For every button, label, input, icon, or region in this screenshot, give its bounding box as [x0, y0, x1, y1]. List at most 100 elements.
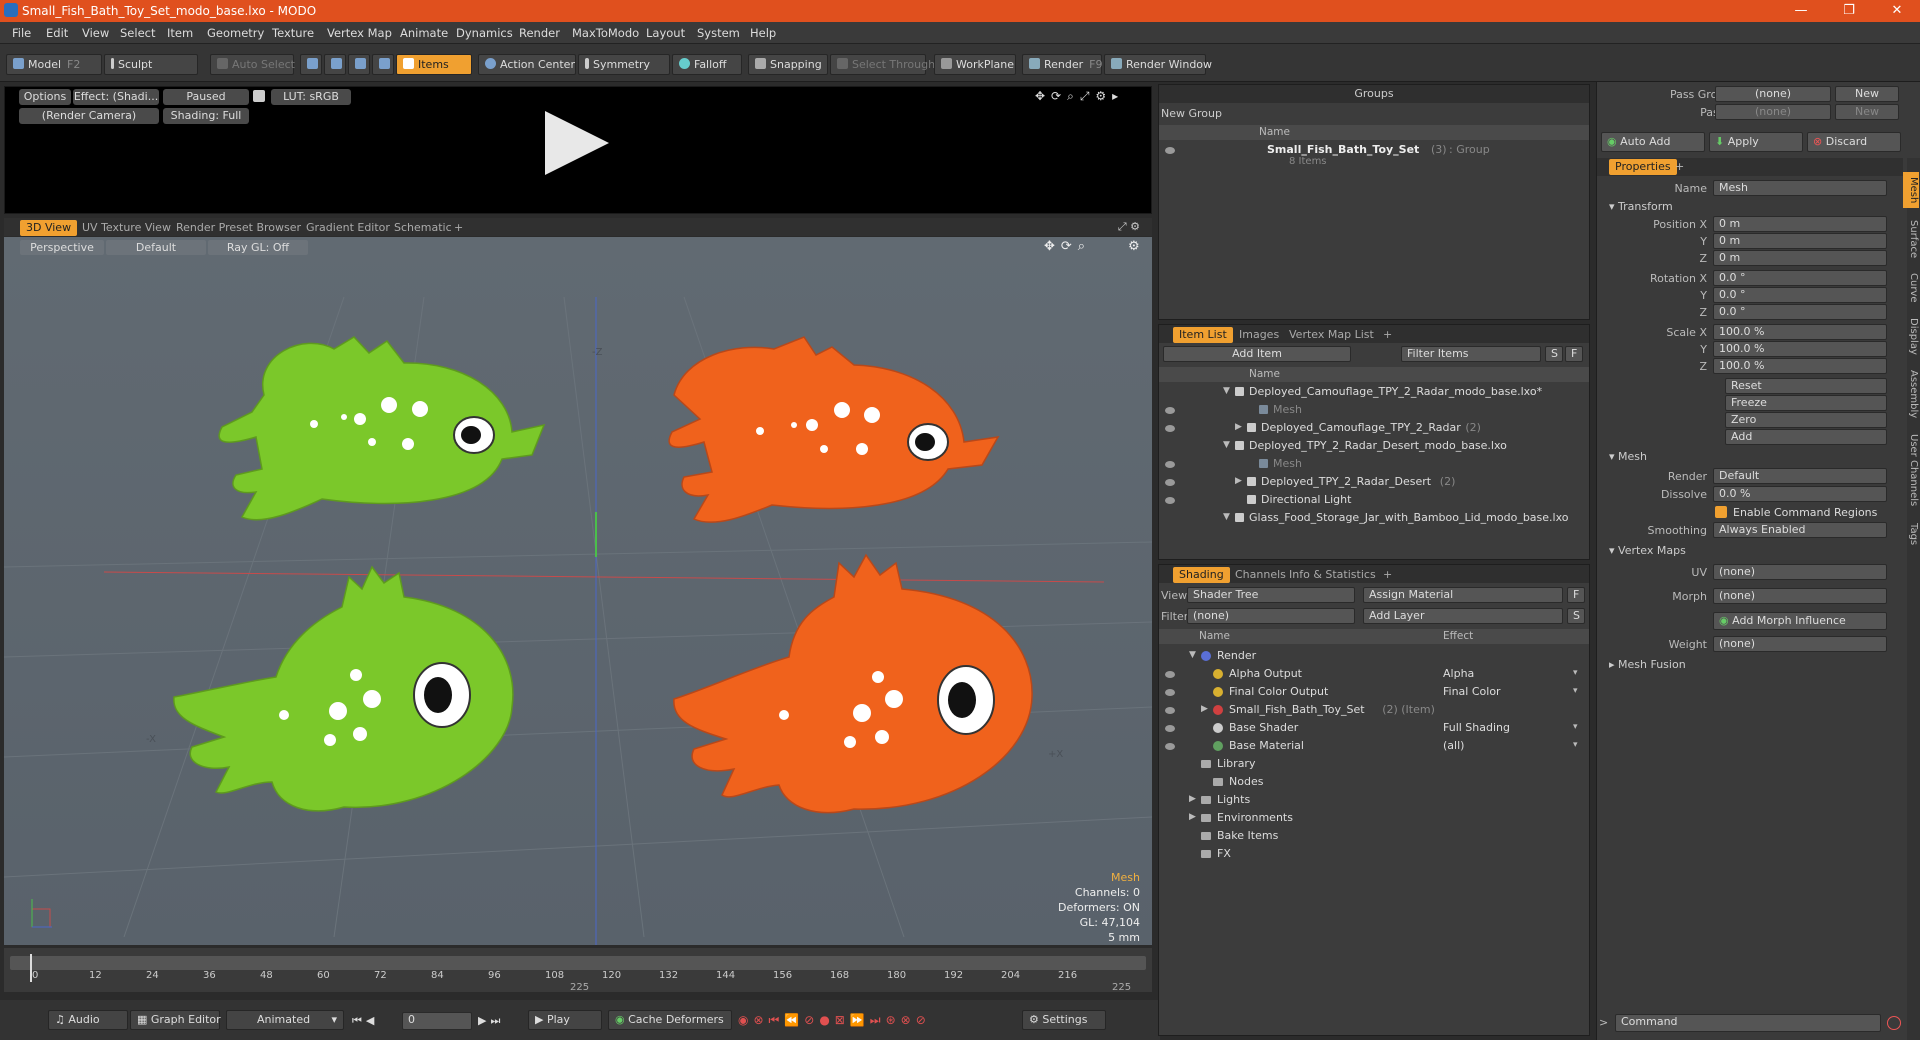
- shader-tree-row[interactable]: ▶ Small_Fish_Bath_Toy_Set (2) (Item): [1159, 701, 1589, 719]
- tab-item-list[interactable]: Item List: [1173, 327, 1233, 343]
- graph-editor-button[interactable]: ▦ Graph Editor: [130, 1010, 221, 1030]
- side-tab-user-channels[interactable]: User Channels: [1903, 428, 1919, 512]
- item-list-row[interactable]: Mesh: [1159, 401, 1589, 419]
- expand-arrow-icon[interactable]: ▶: [1201, 704, 1208, 714]
- command-clear-icon[interactable]: [1887, 1016, 1901, 1030]
- add-tab-button[interactable]: +: [1377, 567, 1398, 583]
- eye-icon[interactable]: [1165, 479, 1175, 486]
- discard-button[interactable]: ⊗ Discard: [1807, 132, 1901, 152]
- position-y-field[interactable]: 0 m: [1713, 233, 1887, 249]
- tab-uv-texture-view[interactable]: UV Texture View: [76, 220, 177, 236]
- tab-vertex-map-list[interactable]: Vertex Map List: [1283, 327, 1380, 343]
- audio-button[interactable]: ♫ Audio: [48, 1010, 128, 1030]
- animated-dropdown[interactable]: Animated ▾: [226, 1010, 344, 1030]
- viewport-tab-controls-icon[interactable]: ⤢ ⚙: [1118, 220, 1140, 234]
- menu-geometry[interactable]: Geometry: [207, 26, 264, 40]
- item-list-row[interactable]: ▶ Deployed_TPY_2_Radar_Desert (2): [1159, 473, 1589, 491]
- item-list-row[interactable]: ▼ Deployed_Camouflage_TPY_2_Radar_modo_ba…: [1159, 383, 1589, 401]
- polygons-mode-button[interactable]: [348, 54, 370, 75]
- eye-icon[interactable]: [1165, 425, 1175, 432]
- rotation-y-field[interactable]: 0.0 °: [1713, 287, 1887, 303]
- item-list-row[interactable]: ▼ Glass_Food_Storage_Jar_with_Bamboo_Lid_…: [1159, 509, 1589, 527]
- sculpt-mode-button[interactable]: Sculpt: [104, 54, 198, 75]
- chevron-down-icon[interactable]: ▾: [1573, 740, 1578, 750]
- shader-tree-row[interactable]: Alpha Output Alpha ▾: [1159, 665, 1589, 683]
- symmetry-button[interactable]: Symmetry: [578, 54, 670, 75]
- tab-render-preset-browser[interactable]: Render Preset Browser: [170, 220, 307, 236]
- render-dropdown[interactable]: Default: [1713, 468, 1887, 484]
- render-camera-dropdown[interactable]: (Render Camera): [19, 108, 159, 124]
- eye-icon[interactable]: [1165, 743, 1175, 750]
- menu-item[interactable]: Item: [167, 26, 193, 40]
- rotation-z-field[interactable]: 0.0 °: [1713, 304, 1887, 320]
- morph-dropdown[interactable]: (none): [1713, 588, 1887, 604]
- expand-arrow-icon[interactable]: ▶: [1189, 812, 1196, 822]
- shader-tree-row[interactable]: Base Material (all) ▾: [1159, 737, 1589, 755]
- tab-gradient-editor[interactable]: Gradient Editor: [300, 220, 396, 236]
- eye-icon[interactable]: [1165, 147, 1175, 154]
- name-field[interactable]: Mesh: [1713, 180, 1887, 196]
- new-pass-group-button[interactable]: New: [1835, 86, 1899, 102]
- position-x-field[interactable]: 0 m: [1713, 216, 1887, 232]
- options-button[interactable]: Options: [19, 89, 71, 105]
- expand-arrow-icon[interactable]: ▶: [1235, 476, 1242, 486]
- shader-tree-row[interactable]: Base Shader Full Shading ▾: [1159, 719, 1589, 737]
- mesh-section[interactable]: ▾ Mesh: [1609, 450, 1647, 463]
- workplane-button[interactable]: WorkPlane: [934, 54, 1016, 75]
- shader-tree-row[interactable]: ▶ Environments: [1159, 809, 1589, 827]
- s-button[interactable]: S: [1545, 346, 1563, 362]
- command-expand-icon[interactable]: >: [1599, 1016, 1608, 1029]
- expand-arrow-icon[interactable]: ▼: [1223, 386, 1230, 396]
- frame-step-back-icons[interactable]: ⏮◀: [352, 1014, 378, 1028]
- f-button[interactable]: F: [1567, 587, 1585, 603]
- expand-arrow-icon[interactable]: ▶: [1189, 794, 1196, 804]
- menu-layout[interactable]: Layout: [646, 26, 685, 40]
- timeline-track[interactable]: [10, 956, 1146, 970]
- play-button[interactable]: ▶ Play: [528, 1010, 602, 1030]
- s-button[interactable]: S: [1567, 608, 1585, 624]
- shader-tree-row[interactable]: Library: [1159, 755, 1589, 773]
- tab-3d-view[interactable]: 3D View: [20, 220, 78, 236]
- fish-green-bottom[interactable]: [173, 565, 514, 812]
- vertex-maps-section[interactable]: ▾ Vertex Maps: [1609, 544, 1686, 557]
- render-button[interactable]: Render F9: [1022, 54, 1103, 75]
- vertices-mode-button[interactable]: [300, 54, 322, 75]
- tab-properties[interactable]: Properties: [1609, 159, 1677, 175]
- zero-dropdown[interactable]: Zero: [1725, 412, 1887, 428]
- maximize-button[interactable]: ❐: [1826, 0, 1872, 22]
- eye-icon[interactable]: [1165, 671, 1175, 678]
- shader-tree-row[interactable]: ▼ Render: [1159, 647, 1589, 665]
- menu-render[interactable]: Render: [519, 26, 560, 40]
- falloff-button[interactable]: Falloff: [672, 54, 742, 75]
- chevron-down-icon[interactable]: ▾: [1573, 668, 1578, 678]
- scale-x-field[interactable]: 100.0 %: [1713, 324, 1887, 340]
- transform-section[interactable]: ▾ Transform: [1609, 200, 1673, 213]
- new-group-button[interactable]: New Group: [1161, 107, 1222, 120]
- snapping-button[interactable]: Snapping: [748, 54, 828, 75]
- menu-file[interactable]: File: [12, 26, 31, 40]
- side-tab-tags[interactable]: Tags: [1903, 516, 1919, 552]
- shader-tree-row[interactable]: Nodes: [1159, 773, 1589, 791]
- item-list-row[interactable]: ▼ Deployed_TPY_2_Radar_Desert_modo_base.l…: [1159, 437, 1589, 455]
- expand-arrow-icon[interactable]: ▼: [1189, 650, 1196, 660]
- pass-groups-dropdown[interactable]: (none): [1715, 86, 1831, 102]
- freeze-dropdown[interactable]: Freeze: [1725, 395, 1887, 411]
- current-frame-field[interactable]: 0: [402, 1012, 472, 1030]
- enable-command-regions-checkbox[interactable]: [1715, 506, 1727, 518]
- shader-tree-row[interactable]: FX: [1159, 845, 1589, 863]
- new-pass-button[interactable]: New: [1835, 104, 1899, 120]
- tab-shading[interactable]: Shading: [1173, 567, 1230, 583]
- menu-system[interactable]: System: [697, 26, 740, 40]
- cache-deformers-button[interactable]: ◉ Cache Deformers: [608, 1010, 732, 1030]
- eye-icon[interactable]: [1165, 407, 1175, 414]
- select-through-button[interactable]: Select Through: [830, 54, 935, 75]
- add-tab-button[interactable]: +: [1675, 160, 1684, 173]
- eye-icon[interactable]: [1165, 497, 1175, 504]
- fish-green-top[interactable]: [218, 336, 546, 521]
- shader-tree-row[interactable]: Final Color Output Final Color ▾: [1159, 683, 1589, 701]
- fish-orange-top[interactable]: [668, 336, 1000, 523]
- reset-dropdown[interactable]: Reset: [1725, 378, 1887, 394]
- action-center-button[interactable]: Action Center: [478, 54, 576, 75]
- rotation-x-field[interactable]: 0.0 °: [1713, 270, 1887, 286]
- side-tab-assembly[interactable]: Assembly: [1903, 364, 1919, 424]
